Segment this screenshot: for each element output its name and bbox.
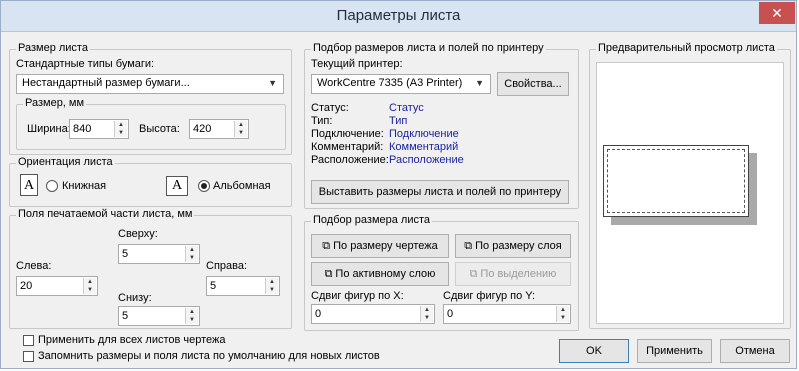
apply-button[interactable]: Применить (637, 339, 712, 363)
chevron-down-icon: ▼ (268, 78, 277, 88)
top-margin-value: 5 (122, 248, 129, 260)
page-settings-dialog: Параметры листа ✕ Размер листа Стандартн… (0, 0, 797, 369)
spin-arrows-icon[interactable]: ▲ ▼ (556, 306, 569, 322)
right-margin-label: Справа: (206, 260, 248, 272)
preview-margins (607, 149, 745, 213)
printer-info-key: Статус: (311, 102, 349, 114)
portrait-label[interactable]: Книжная (62, 180, 106, 192)
printer-info-value: Расположение (389, 154, 464, 166)
margins-group-title: Поля печатаемой части листа, мм (16, 208, 195, 220)
spin-arrows-icon[interactable]: ▲ ▼ (185, 308, 198, 324)
bottom-margin-value: 5 (122, 310, 129, 322)
preview-canvas (596, 62, 784, 324)
printer-properties-button[interactable]: Свойства... (497, 72, 569, 96)
spin-arrows-icon[interactable]: ▲ ▼ (420, 306, 433, 322)
right-margin-value: 5 (210, 280, 217, 292)
bottom-margin-label: Снизу: (118, 292, 152, 304)
left-margin-label: Слева: (16, 260, 52, 272)
apply-all-label[interactable]: Применить для всех листов чертежа (38, 334, 226, 346)
fit-to-active-layer-button[interactable]: ⧉ По активному слою (311, 262, 449, 286)
right-margin-spinbox[interactable]: 5 ▲ ▼ (206, 276, 280, 296)
chevron-down-icon: ▼ (475, 78, 484, 88)
spin-arrows-icon[interactable]: ▲ ▼ (83, 278, 96, 294)
fit-active-layer-icon: ⧉ (324, 268, 333, 280)
spin-arrows-icon[interactable]: ▲ ▼ (265, 278, 278, 294)
printer-value: WorkCentre 7335 (A3 Printer) (317, 77, 463, 89)
fit-to-layer-button[interactable]: ⧉ По размеру слоя (455, 234, 571, 258)
printer-info-key: Подключение: (311, 128, 384, 140)
landscape-radio[interactable] (198, 180, 210, 192)
apply-all-checkbox[interactable] (23, 335, 34, 346)
preview-group: Предварительный просмотр листа (589, 42, 791, 329)
top-margin-label: Сверху: (118, 228, 158, 240)
fit-size-group-title: Подбор размера листа (311, 214, 433, 226)
fit-drawing-icon: ⧉ (322, 240, 331, 252)
height-label: Высота: (139, 123, 180, 135)
fit-to-drawing-button[interactable]: ⧉ По размеру чертежа (311, 234, 449, 258)
fit-to-printer-button[interactable]: Выставить размеры листа и полей по принт… (311, 180, 569, 204)
shift-x-label: Сдвиг фигур по X: (311, 290, 404, 302)
ok-button[interactable]: OK (559, 339, 629, 363)
spin-arrows-icon[interactable]: ▲ ▼ (234, 121, 247, 137)
shift-y-value: 0 (447, 308, 454, 320)
height-spinbox[interactable]: 420 ▲ ▼ (189, 119, 249, 139)
landscape-page-icon: A (166, 176, 190, 198)
paper-type-value: Нестандартный размер бумаги... (22, 77, 190, 89)
title-bar: Параметры листа ✕ (1, 1, 796, 32)
landscape-label[interactable]: Альбомная (213, 180, 271, 192)
printer-info-value: Тип (389, 115, 408, 127)
spin-arrows-icon[interactable]: ▲ ▼ (185, 246, 198, 262)
printer-group-title: Подбор размеров листа и полей по принтер… (311, 42, 546, 54)
shift-y-spinbox[interactable]: 0 ▲ ▼ (443, 304, 571, 324)
left-margin-value: 20 (20, 280, 33, 292)
shift-x-spinbox[interactable]: 0 ▲ ▼ (311, 304, 435, 324)
fit-to-selection-label: По выделению (480, 268, 557, 280)
dialog-title: Параметры листа (336, 7, 461, 24)
height-value: 420 (193, 123, 212, 135)
std-paper-label: Стандартные типы бумаги: (16, 58, 155, 70)
portrait-page-icon: A (20, 174, 40, 198)
printer-info-key: Тип: (311, 115, 333, 127)
shift-x-value: 0 (315, 308, 322, 320)
printer-select[interactable]: WorkCentre 7335 (A3 Printer) ▼ (311, 74, 491, 94)
shift-y-label: Сдвиг фигур по Y: (443, 290, 536, 302)
preview-sheet (603, 145, 749, 217)
printer-info-value: Статус (389, 102, 424, 114)
portrait-radio[interactable] (46, 180, 58, 192)
paper-size-group-title: Размер листа (16, 42, 90, 54)
spin-arrows-icon[interactable]: ▲ ▼ (114, 121, 127, 137)
fit-selection-icon: ⧉ (469, 268, 478, 280)
bottom-margin-spinbox[interactable]: 5 ▲ ▼ (118, 306, 200, 326)
size-mm-group: Размер, мм Ширина: 840 ▲ ▼ Высота: 420 ▲ ▼ (16, 97, 286, 150)
preview-group-title: Предварительный просмотр листа (596, 42, 777, 54)
close-button[interactable]: ✕ (759, 2, 795, 24)
fit-to-selection-button[interactable]: ⧉ По выделению (455, 262, 571, 286)
size-mm-group-title: Размер, мм (23, 97, 87, 109)
fit-to-drawing-label: По размеру чертежа (333, 240, 438, 252)
remember-checkbox[interactable] (23, 351, 34, 362)
paper-size-group: Размер листа Стандартные типы бумаги: Не… (9, 42, 292, 155)
printer-group: Подбор размеров листа и полей по принтер… (304, 42, 579, 209)
paper-type-select[interactable]: Нестандартный размер бумаги... ▼ (16, 74, 284, 94)
fit-to-layer-label: По размеру слоя (475, 240, 562, 252)
left-margin-spinbox[interactable]: 20 ▲ ▼ (16, 276, 98, 296)
orientation-group: Ориентация листа A Книжная A Альбомная (9, 156, 292, 207)
width-spinbox[interactable]: 840 ▲ ▼ (69, 119, 129, 139)
current-printer-label: Текущий принтер: (311, 58, 403, 70)
printer-info-value: Подключение (389, 128, 459, 140)
cancel-button[interactable]: Отмена (720, 339, 790, 363)
top-margin-spinbox[interactable]: 5 ▲ ▼ (118, 244, 200, 264)
fit-size-group: Подбор размера листа ⧉ По размеру чертежа… (304, 214, 579, 331)
width-label: Ширина: (27, 123, 71, 135)
printer-info-key: Комментарий: (311, 141, 384, 153)
fit-layer-icon: ⧉ (464, 240, 473, 252)
printer-info-value: Комментарий (389, 141, 459, 153)
printer-info-key: Расположение: (311, 154, 389, 166)
margins-group: Поля печатаемой части листа, мм Сверху: … (9, 208, 292, 329)
width-value: 840 (73, 123, 92, 135)
remember-label[interactable]: Запомнить размеры и поля листа по умолча… (38, 350, 380, 362)
fit-to-active-layer-label: По активному слою (335, 268, 436, 280)
orientation-group-title: Ориентация листа (16, 156, 115, 168)
